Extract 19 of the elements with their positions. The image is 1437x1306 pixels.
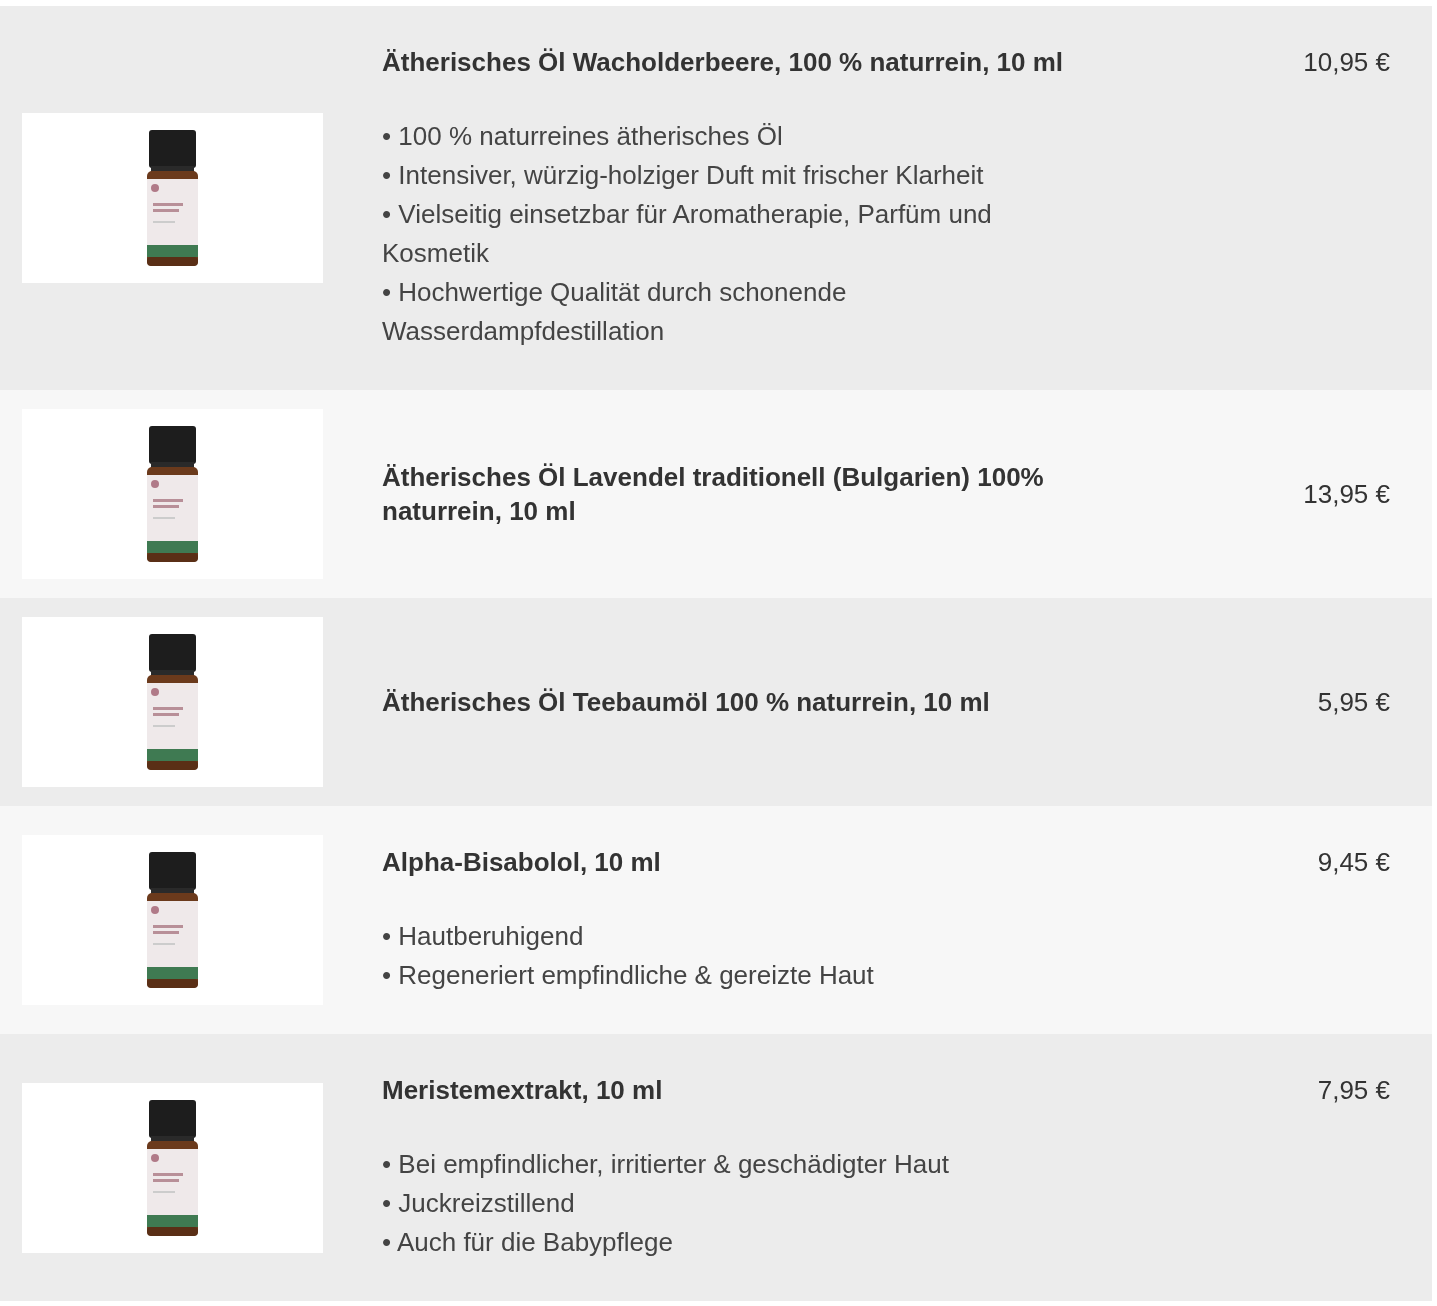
product-title[interactable]: Alpha-Bisabolol, 10 ml xyxy=(382,845,661,879)
feature-text: • Juckreizstillend xyxy=(382,1187,576,1220)
feature-text: • Hautberuhigend xyxy=(382,920,585,953)
feature-text: • Hochwertige Qualität durch schonende Wasserdampfdestillation xyxy=(382,276,848,348)
price: 13,95 € xyxy=(1303,478,1390,510)
feature-text: • Intensiver, würzig-holziger Duft mit frischer Klarheit xyxy=(382,159,985,192)
product-title[interactable]: Ätherisches Öl Lavendel traditionell (Bulgarien) 100% naturrein, 10 ml xyxy=(382,460,1102,528)
feature-text: • Auch für die Babypflege xyxy=(382,1226,674,1259)
product-title[interactable]: Ätherisches Öl Teebaumöl 100 % naturrein, 10 ml xyxy=(382,685,990,719)
price: 5,95 € xyxy=(1317,686,1390,718)
product-title[interactable]: Ätherisches Öl Wacholderbeere, 100 % naturrein, 10 ml xyxy=(382,45,1064,79)
price: 10,95 € xyxy=(1303,46,1390,78)
feature-text: • 100 % naturreines ätherisches Öl xyxy=(382,120,784,153)
feature-text: • Bei empfindlicher, irritierter & geschädigter Haut xyxy=(382,1148,950,1181)
price: 7,95 € xyxy=(1317,1074,1390,1106)
product-title[interactable]: Meristemextrakt, 10 ml xyxy=(382,1073,663,1107)
feature-text: • Vielseitig einsetzbar für Aromatherapie, Parfüm und Kosmetik xyxy=(382,198,993,270)
feature-text: • Regeneriert empfindliche & gereizte Haut xyxy=(382,959,875,992)
price: 9,45 € xyxy=(1317,846,1390,878)
